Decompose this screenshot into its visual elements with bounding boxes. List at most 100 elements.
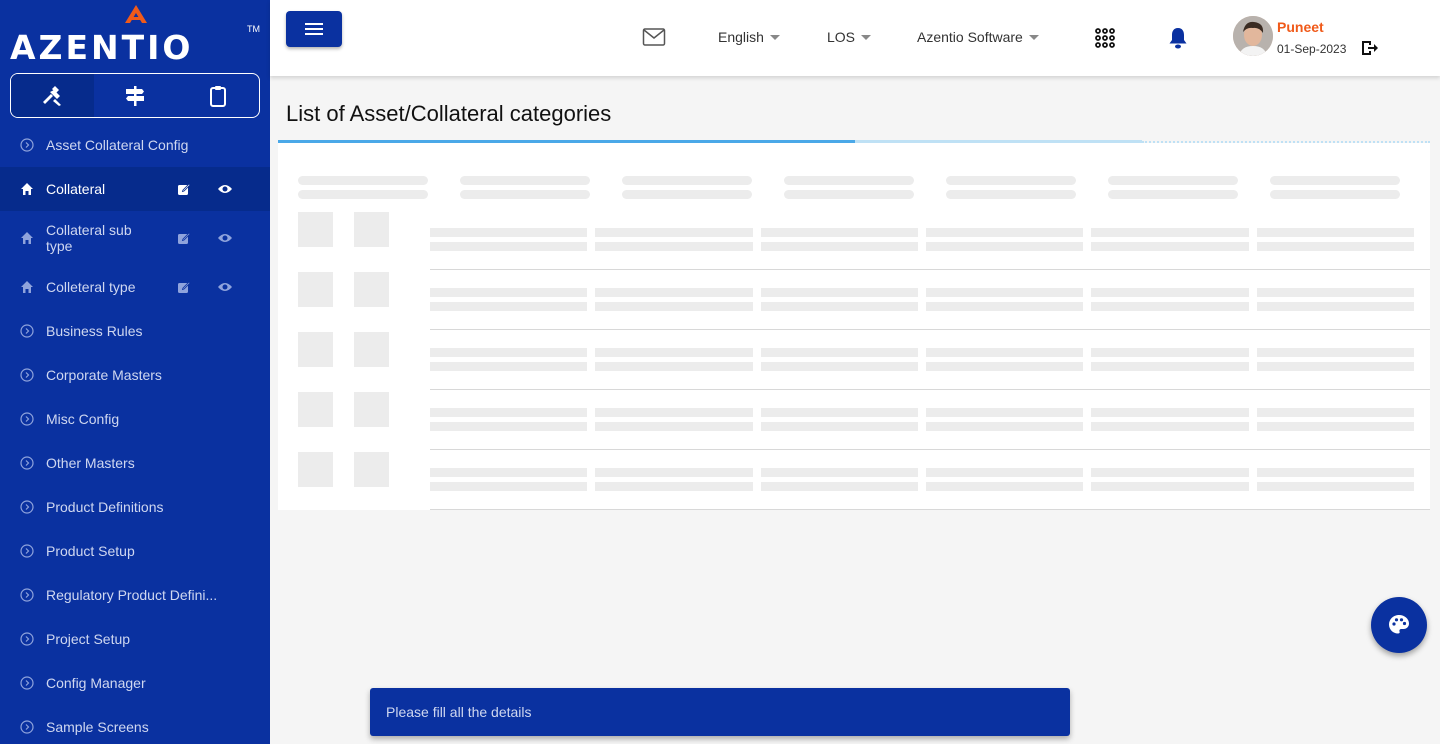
skeleton-row-line	[926, 302, 1083, 311]
skeleton-row-line	[430, 482, 587, 491]
item-actions	[176, 279, 233, 295]
sidebar-item-config-manager[interactable]: Config Manager	[0, 661, 270, 705]
skeleton-row-line	[595, 228, 753, 237]
organization-dropdown[interactable]: Azentio Software	[917, 29, 1039, 45]
skeleton-row-line	[430, 302, 587, 311]
skeleton-header-cell	[1270, 190, 1400, 199]
sidebar-item-label: Corporate Masters	[46, 367, 162, 383]
clipboard-icon	[209, 85, 226, 107]
skeleton-row-line	[926, 482, 1083, 491]
skeleton-row-box	[354, 272, 389, 307]
module-dropdown[interactable]: LOS	[827, 29, 872, 45]
sidebar-item-collateral-sub-type[interactable]: Collateral sub type	[0, 211, 270, 265]
sidebar-item-sample-screens[interactable]: Sample Screens	[0, 705, 270, 744]
skeleton-row-box	[354, 212, 389, 247]
circle-chevron-icon	[20, 456, 34, 470]
sidebar-item-collateral[interactable]: Collateral	[0, 167, 270, 211]
skeleton-row-line	[1091, 408, 1249, 417]
language-dropdown[interactable]: English	[718, 29, 780, 45]
circle-chevron-icon	[20, 368, 34, 382]
eye-icon[interactable]	[217, 230, 233, 246]
skeleton-row-line	[761, 242, 918, 251]
signpost-icon	[126, 85, 144, 106]
skeleton-row-line	[1091, 288, 1249, 297]
skeleton-row-box	[298, 212, 333, 247]
skeleton-row-line	[761, 362, 918, 371]
sidebar-item-product-setup[interactable]: Product Setup	[0, 529, 270, 573]
sidebar-item-label: Collateral sub type	[46, 222, 132, 254]
skeleton-row-line	[430, 422, 587, 431]
edit-icon[interactable]	[176, 279, 192, 295]
skeleton-row-line	[926, 348, 1083, 357]
skeleton-header-cell	[1270, 176, 1400, 185]
skeleton-row-box	[298, 272, 333, 307]
skeleton-row-line	[926, 228, 1083, 237]
sidebar-item-product-definitions[interactable]: Product Definitions	[0, 485, 270, 529]
skeleton-row-divider	[430, 509, 1430, 510]
top-bar: English LOS Azentio Software Puneet 01-S…	[270, 0, 1440, 76]
logout-icon[interactable]	[1361, 40, 1379, 56]
sidebar-item-misc-config[interactable]: Misc Config	[0, 397, 270, 441]
skeleton-row-line	[430, 348, 587, 357]
sidebar-item-label: Other Masters	[46, 455, 135, 471]
circle-chevron-icon	[20, 544, 34, 558]
circle-chevron-icon	[20, 412, 34, 426]
edit-icon[interactable]	[176, 230, 192, 246]
skeleton-row-line	[926, 362, 1083, 371]
tab-tools[interactable]	[11, 74, 94, 117]
sidebar-tabs	[10, 73, 260, 118]
circle-chevron-icon	[20, 632, 34, 646]
skeleton-row-line	[1257, 288, 1414, 297]
sidebar-item-label: Collateral	[46, 181, 106, 197]
skeleton-row-line	[761, 468, 918, 477]
sidebar-item-project-setup[interactable]: Project Setup	[0, 617, 270, 661]
skeleton-row-line	[430, 228, 587, 237]
skeleton-row-line	[595, 468, 753, 477]
skeleton-row-line	[1257, 228, 1414, 237]
hamburger-icon	[305, 23, 323, 35]
palette-icon	[1389, 615, 1409, 634]
user-photo-icon	[1233, 16, 1273, 56]
sidebar-item-asset-collateral-config[interactable]: Asset Collateral Config	[0, 123, 270, 167]
skeleton-row-line	[1257, 468, 1414, 477]
sidebar-item-other-masters[interactable]: Other Masters	[0, 441, 270, 485]
sidebar-item-label: Misc Config	[46, 411, 120, 427]
skeleton-header-cell	[1108, 190, 1238, 199]
eye-icon[interactable]	[217, 181, 233, 197]
menu-toggle-button[interactable]	[286, 11, 342, 47]
skeleton-row-line	[1257, 482, 1414, 491]
sidebar-item-corporate-masters[interactable]: Corporate Masters	[0, 353, 270, 397]
table-skeleton-loader	[278, 143, 1430, 510]
sidebar-item-regulatory-product-definitions[interactable]: Regulatory Product Defini...	[0, 573, 270, 617]
azentio-logo: AZENTIO TM	[10, 4, 262, 67]
skeleton-row-line	[1257, 242, 1414, 251]
theme-palette-button[interactable]	[1371, 597, 1427, 653]
tab-clipboard[interactable]	[176, 74, 259, 117]
skeleton-row-line	[1091, 362, 1249, 371]
skeleton-row-line	[1257, 348, 1414, 357]
circle-chevron-icon	[20, 324, 34, 338]
eye-icon[interactable]	[217, 279, 233, 295]
skeleton-row-box	[354, 392, 389, 427]
skeleton-row-line	[926, 468, 1083, 477]
skeleton-row-line	[595, 242, 753, 251]
item-actions	[176, 181, 233, 197]
sidebar-item-colleteral-type[interactable]: Colleteral type	[0, 265, 270, 309]
skeleton-row-line	[761, 228, 918, 237]
mail-icon[interactable]	[642, 27, 666, 47]
bell-icon[interactable]	[1167, 26, 1189, 50]
item-actions	[176, 230, 233, 246]
skeleton-row-line	[595, 408, 753, 417]
skeleton-row-line	[430, 468, 587, 477]
sidebar-item-business-rules[interactable]: Business Rules	[0, 309, 270, 353]
apps-grid-icon[interactable]	[1094, 27, 1116, 49]
user-date: 01-Sep-2023	[1277, 42, 1347, 56]
skeleton-row-line	[595, 348, 753, 357]
edit-icon[interactable]	[176, 181, 192, 197]
sidebar: AZENTIO TM Asset Collateral Config Colla…	[0, 0, 270, 744]
skeleton-header-cell	[460, 190, 590, 199]
tab-signpost[interactable]	[94, 74, 177, 117]
sidebar-item-label: Colleteral type	[46, 279, 136, 295]
avatar[interactable]	[1233, 16, 1273, 56]
home-icon	[20, 280, 34, 294]
